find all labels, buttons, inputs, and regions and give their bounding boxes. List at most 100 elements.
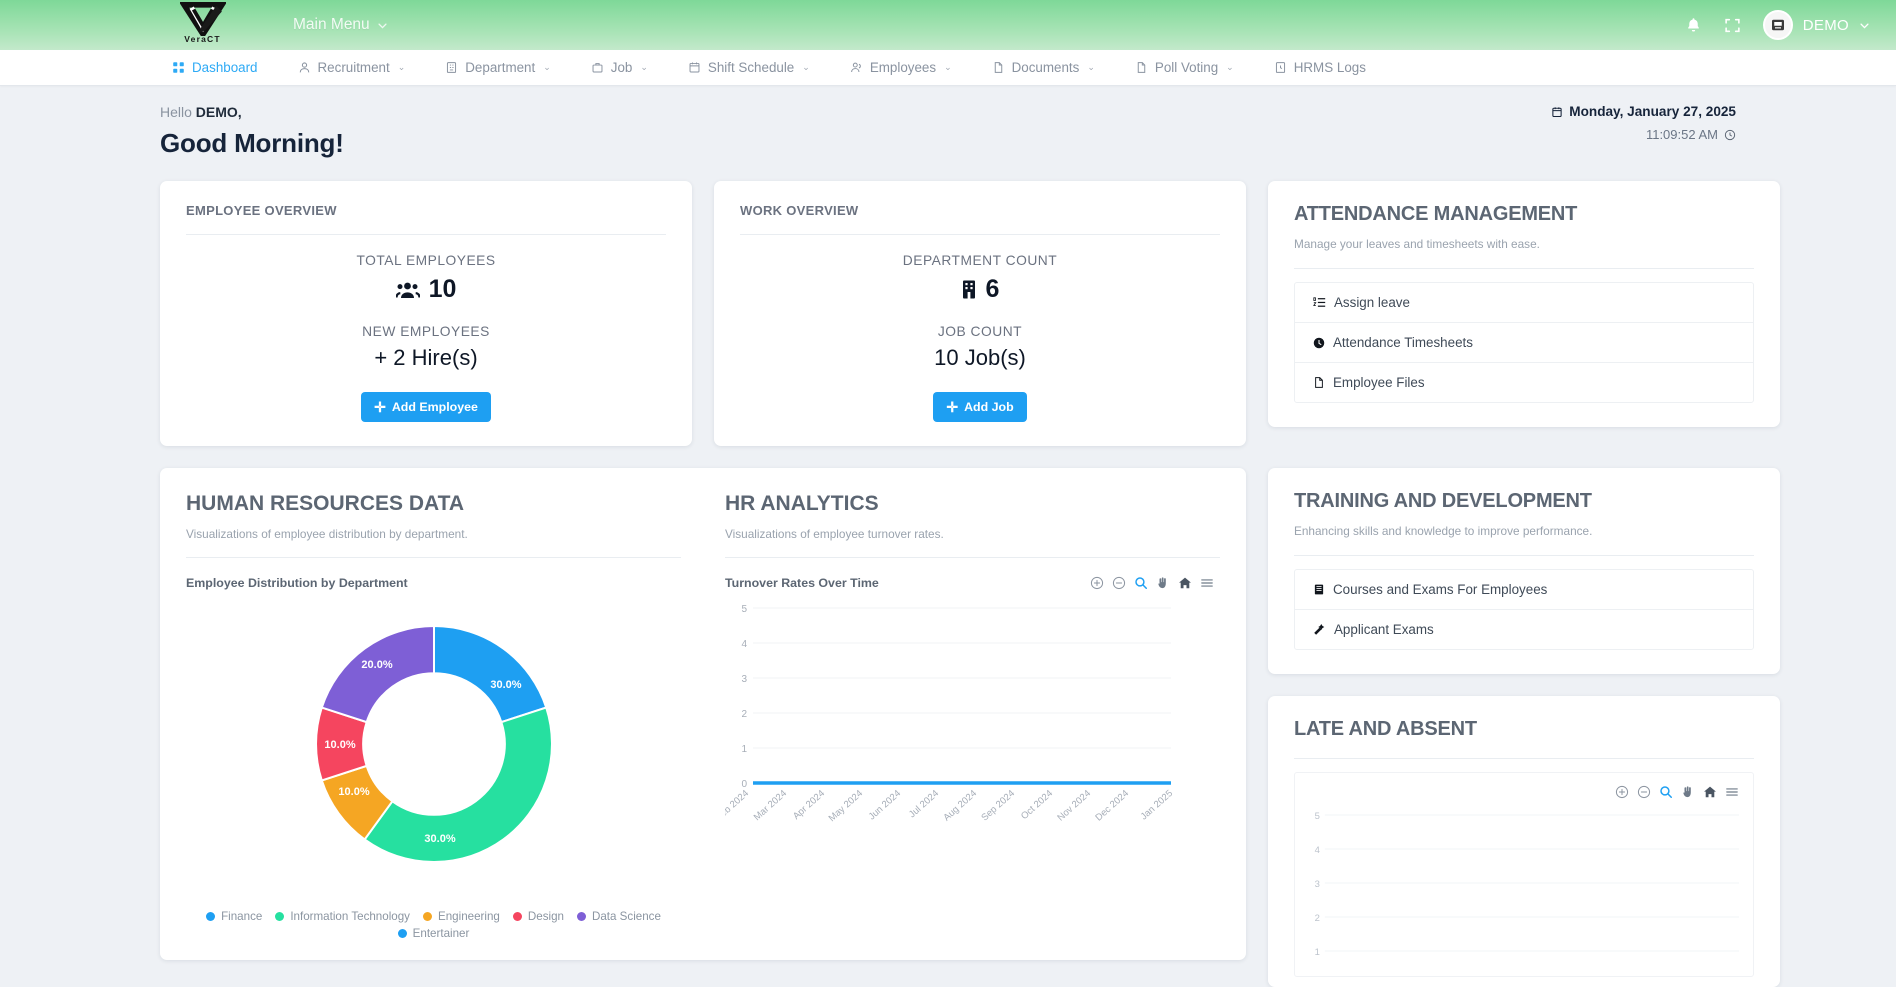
attendance-item-employee-files[interactable]: Employee Files — [1295, 363, 1753, 402]
selection-zoom-icon[interactable] — [1659, 785, 1673, 799]
bell-icon[interactable] — [1685, 17, 1702, 34]
legend-item-engineering[interactable]: Engineering — [423, 910, 500, 923]
chevron-down-icon: ⌄ — [802, 62, 810, 73]
chevron-down-icon: ⌄ — [944, 62, 952, 73]
divider — [1294, 268, 1754, 269]
divider — [725, 557, 1220, 558]
training-item-label: Applicant Exams — [1334, 622, 1434, 637]
legend-item-information-technology[interactable]: Information Technology — [275, 910, 410, 923]
svg-text:Feb 2024: Feb 2024 — [725, 788, 751, 823]
svg-text:Sep 2024: Sep 2024 — [979, 788, 1017, 823]
log-icon — [1274, 61, 1287, 74]
total-employees-value-row: 10 — [186, 275, 666, 304]
late-absent-chart[interactable]: 5 4 3 2 1 — [1294, 772, 1754, 977]
pie-label-it: 30.0% — [424, 833, 455, 845]
menu-icon[interactable] — [1200, 576, 1214, 590]
nav-item-documents[interactable]: Documents ⌄ — [972, 50, 1115, 85]
nav-item-hrms-logs[interactable]: HRMS Logs — [1254, 50, 1386, 85]
briefcase-icon — [591, 61, 604, 74]
svg-text:3: 3 — [1315, 879, 1320, 890]
svg-text:Nov 2024: Nov 2024 — [1055, 788, 1093, 823]
fullscreen-icon[interactable] — [1724, 17, 1741, 34]
pan-icon[interactable] — [1681, 785, 1695, 799]
calendar-icon — [1551, 106, 1563, 118]
zoom-out-icon[interactable] — [1112, 576, 1126, 590]
chevron-down-icon: ⌄ — [1087, 62, 1095, 73]
calendar-icon — [688, 61, 701, 74]
training-item-applicant-exams[interactable]: Applicant Exams — [1295, 610, 1753, 649]
legend-item-data-science[interactable]: Data Science — [577, 910, 661, 923]
nav-item-poll-voting[interactable]: Poll Voting ⌄ — [1115, 50, 1254, 85]
nav-label: Shift Schedule — [708, 60, 794, 75]
user-menu[interactable]: DEMO — [1763, 10, 1870, 40]
legend-swatch — [513, 912, 522, 921]
pie-chart-title: Employee Distribution by Department — [186, 576, 408, 590]
svg-text:Jan 2025: Jan 2025 — [1139, 788, 1175, 822]
line-chart-title: Turnover Rates Over Time — [725, 576, 879, 590]
job-count-value: 10 Job(s) — [740, 345, 1220, 371]
attendance-item-assign-leave[interactable]: Assign leave — [1295, 283, 1753, 323]
right-column-lower: TRAINING AND DEVELOPMENT Enhancing skill… — [1268, 468, 1780, 987]
svg-text:1: 1 — [1315, 947, 1320, 958]
legend-swatch — [577, 912, 586, 921]
top-header-bar: VeraCT Main Menu — [0, 0, 1896, 50]
add-employee-button[interactable]: ✛ Add Employee — [361, 392, 491, 422]
page-title: Good Morning! — [160, 128, 344, 159]
nav-item-dashboard[interactable]: Dashboard — [152, 50, 278, 85]
file-icon — [992, 61, 1005, 74]
chevron-down-icon: ⌄ — [543, 62, 551, 73]
employee-distribution-donut-chart[interactable]: 30.0% 30.0% 10.0% 10.0% 20.0% — [186, 594, 681, 894]
zoom-in-icon[interactable] — [1090, 576, 1104, 590]
clock-icon — [1724, 129, 1736, 141]
main-navigation: Dashboard Recruitment ⌄ Department ⌄ Job… — [0, 50, 1896, 86]
main-menu-dropdown[interactable]: Main Menu — [293, 16, 388, 34]
nav-item-recruitment[interactable]: Recruitment ⌄ — [278, 50, 426, 85]
nav-item-shift-schedule[interactable]: Shift Schedule ⌄ — [668, 50, 830, 85]
nav-item-job[interactable]: Job ⌄ — [571, 50, 668, 85]
hr-analytics-section: HR ANALYTICS Visualizations of employee … — [703, 492, 1220, 940]
zoom-in-icon[interactable] — [1615, 785, 1629, 799]
nav-label: Department — [465, 60, 535, 75]
work-overview-card: WORK OVERVIEW DEPARTMENT COUNT 6 JOB COU… — [714, 181, 1246, 446]
new-employees-label: NEW EMPLOYEES — [186, 324, 666, 339]
book-icon — [1313, 583, 1325, 596]
svg-text:2: 2 — [1315, 913, 1320, 924]
training-item-courses[interactable]: Courses and Exams For Employees — [1295, 570, 1753, 610]
legend-item-entertainer[interactable]: Entertainer — [198, 927, 669, 940]
brand-logo[interactable]: VeraCT — [150, 2, 255, 48]
pie-label-design: 10.0% — [324, 739, 355, 751]
divider — [186, 557, 681, 558]
home-icon[interactable] — [1178, 576, 1192, 590]
turnover-rates-line-chart[interactable]: 5 4 3 2 1 0 Feb 2024 Mar 2024 Apr 2024 — [725, 596, 1220, 851]
selection-zoom-icon[interactable] — [1134, 576, 1148, 590]
menu-icon[interactable] — [1725, 785, 1739, 799]
current-time: 11:09:52 AM — [1646, 127, 1718, 142]
late-absent-chart-toolbar — [1305, 781, 1743, 801]
pie-label-finance: 30.0% — [490, 679, 521, 691]
nav-item-employees[interactable]: Employees ⌄ — [830, 50, 972, 85]
legend-item-design[interactable]: Design — [513, 910, 564, 923]
home-icon[interactable] — [1703, 785, 1717, 799]
avatar — [1763, 10, 1793, 40]
attendance-item-label: Employee Files — [1333, 375, 1425, 390]
tools-icon — [1313, 623, 1326, 636]
clock-icon — [1313, 337, 1325, 349]
work-overview-title: WORK OVERVIEW — [740, 203, 1220, 218]
brand-name: VeraCT — [184, 34, 221, 44]
zoom-out-icon[interactable] — [1637, 785, 1651, 799]
department-count-label: DEPARTMENT COUNT — [740, 253, 1220, 268]
attendance-item-timesheets[interactable]: Attendance Timesheets — [1295, 323, 1753, 363]
legend-swatch — [423, 912, 432, 921]
attendance-management-card: ATTENDANCE MANAGEMENT Manage your leaves… — [1268, 181, 1780, 427]
training-item-label: Courses and Exams For Employees — [1333, 582, 1547, 597]
hr-analytics-subtitle: Visualizations of employee turnover rate… — [725, 527, 1220, 541]
legend-item-finance[interactable]: Finance — [206, 910, 262, 923]
add-employee-label: Add Employee — [392, 400, 478, 414]
add-job-button[interactable]: ✛ Add Job — [933, 392, 1026, 422]
svg-text:4: 4 — [741, 639, 747, 650]
nav-item-department[interactable]: Department ⌄ — [425, 50, 571, 85]
hr-data-subtitle: Visualizations of employee distribution … — [186, 527, 681, 541]
chevron-down-icon: ⌄ — [398, 62, 406, 73]
chevron-down-icon — [1859, 20, 1870, 31]
pan-icon[interactable] — [1156, 576, 1170, 590]
